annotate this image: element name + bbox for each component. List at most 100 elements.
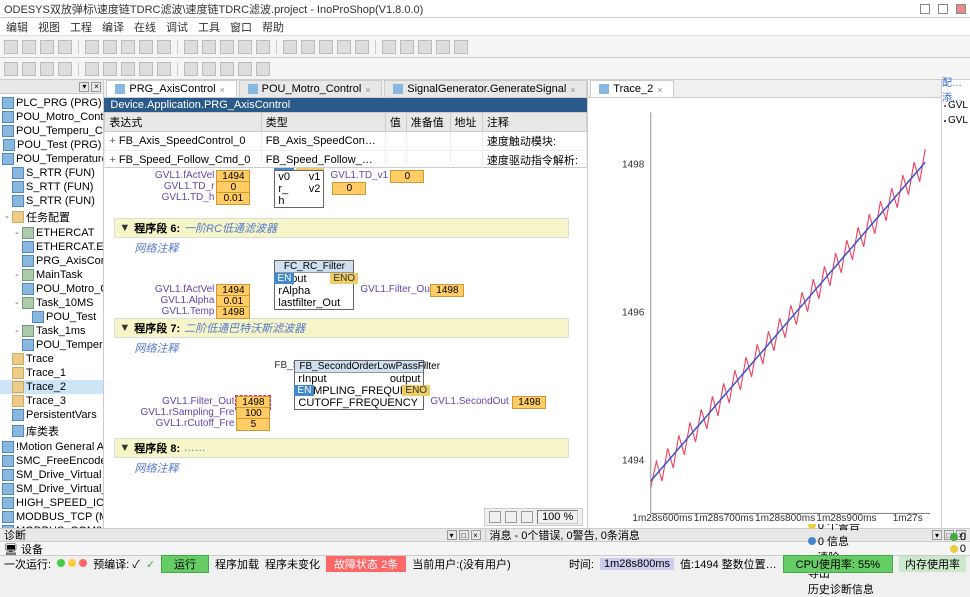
toolbar-icon[interactable]	[157, 62, 171, 76]
close-icon[interactable]: ×	[220, 85, 228, 93]
close-icon[interactable]	[956, 4, 966, 14]
toolbar-icon[interactable]	[121, 62, 135, 76]
menu-item[interactable]: 编译	[102, 19, 124, 35]
minimize-icon[interactable]	[920, 4, 930, 14]
dropdown-icon[interactable]: ▾	[932, 530, 942, 540]
ladder-editor[interactable]: GVL1.fActVel 1494 GVL1.TD_r 0 GVL1.TD_h …	[104, 168, 587, 528]
section-header[interactable]: ▼ 程序段 8: ……	[114, 438, 569, 458]
toolbar-icon[interactable]	[40, 62, 54, 76]
tree-item[interactable]: -任务配置	[0, 208, 103, 226]
column-header[interactable]: 地址	[450, 113, 482, 132]
toolbar-icon[interactable]	[103, 40, 117, 54]
tree-item[interactable]: SM_Drive_Virtual_1 (SM_Driv	[0, 482, 103, 496]
toolbar-icon[interactable]	[184, 62, 198, 76]
close-icon[interactable]: ×	[657, 85, 665, 93]
trace-chart[interactable]: 1498 1496 1494 1m28s600ms 1m28s700ms 1m2…	[594, 102, 935, 524]
toolbar-icon[interactable]	[58, 40, 72, 54]
toolbar-icon[interactable]	[40, 40, 54, 54]
close-icon[interactable]: ×	[570, 85, 578, 93]
toolbar-icon[interactable]	[283, 40, 297, 54]
menu-item[interactable]: 在线	[134, 19, 156, 35]
toolbar-icon[interactable]	[121, 40, 135, 54]
tree-item[interactable]: -ETHERCAT	[0, 226, 103, 240]
toolbar-icon[interactable]	[202, 62, 216, 76]
tree-item[interactable]: MODBUS_TCP (ModbusTCP Devi	[0, 510, 103, 524]
zoom-fit-icon[interactable]	[521, 511, 533, 523]
tree-item[interactable]: Trace	[0, 352, 103, 366]
project-tree[interactable]: PLC_PRG (PRG)POU_Motro_Control (PRG)POU_…	[0, 94, 103, 528]
tree-item[interactable]: -Task_10MS	[0, 296, 103, 310]
tree-item[interactable]: POU_Motro_Control	[0, 282, 103, 296]
toolbar-icon[interactable]	[319, 40, 333, 54]
toolbar-icon[interactable]	[58, 62, 72, 76]
tree-item[interactable]: SM_Drive_Virtual (SM_Drive_	[0, 468, 103, 482]
tree-item[interactable]: Trace_2	[0, 380, 103, 394]
toolbar-icon[interactable]	[103, 62, 117, 76]
editor-tab[interactable]: POU_Motro_Control×	[239, 80, 383, 97]
toolbar-icon[interactable]	[202, 40, 216, 54]
toolbar-icon[interactable]	[220, 40, 234, 54]
config-link[interactable]: 配置近边	[942, 74, 968, 89]
toolbar-icon[interactable]	[238, 40, 252, 54]
toolbar-icon[interactable]	[256, 62, 270, 76]
tree-item[interactable]: S_RTT (FUN)	[0, 180, 103, 194]
add-trace-link[interactable]: 添加跟踪	[942, 89, 968, 104]
tree-item[interactable]: POU_Motro_Control (PRG)	[0, 110, 103, 124]
toolbar-icon[interactable]	[436, 40, 450, 54]
tree-item[interactable]: PLC_PRG (PRG)	[0, 96, 103, 110]
menu-item[interactable]: 工程	[70, 19, 92, 35]
tree-item[interactable]: POU_Test (PRG)	[0, 138, 103, 152]
cursor-icon[interactable]	[489, 511, 501, 523]
tree-item[interactable]: POU_Temperu_Ctrl (PRG)	[0, 124, 103, 138]
tree-item[interactable]: !Motion General Axis Pool	[0, 440, 103, 454]
section-header[interactable]: ▼ 程序段 7: 二阶低通巴特沃斯滤波器	[114, 318, 569, 338]
tree-item[interactable]: Trace_1	[0, 366, 103, 380]
toolbar-icon[interactable]	[22, 62, 36, 76]
table-row[interactable]: + FB_Axis_SpeedControl_0FB_Axis_SpeedCon…	[105, 132, 587, 151]
toolbar-icon[interactable]	[418, 40, 432, 54]
toolbar-icon[interactable]	[85, 40, 99, 54]
toolbar-icon[interactable]	[256, 40, 270, 54]
trace-tab[interactable]: Trace_2 ×	[590, 80, 674, 97]
dropdown-icon[interactable]: ▾	[447, 530, 457, 540]
pane-pin-icon[interactable]: ▾	[79, 82, 89, 92]
zoom-in-icon[interactable]	[505, 511, 517, 523]
collapse-icon[interactable]: ▼	[119, 222, 130, 234]
section-header[interactable]: ▼ 程序段 6: 一阶RC低通滤波器	[114, 218, 569, 238]
close-icon[interactable]: ×	[471, 530, 481, 540]
close-icon[interactable]: ×	[365, 85, 373, 93]
tree-item[interactable]: PRG_AxisControl	[0, 254, 103, 268]
column-header[interactable]: 值	[385, 113, 406, 132]
column-header[interactable]: 类型	[261, 113, 385, 132]
menu-item[interactable]: 编辑	[6, 19, 28, 35]
editor-tab[interactable]: PRG_AxisControl×	[106, 80, 236, 97]
toolbar-icon[interactable]	[400, 40, 414, 54]
menu-item[interactable]: 调试	[166, 19, 188, 35]
toolbar-icon[interactable]	[4, 40, 18, 54]
pin-icon[interactable]: □	[459, 530, 469, 540]
toolbar-icon[interactable]	[139, 40, 153, 54]
toolbar-icon[interactable]	[4, 62, 18, 76]
fault-status[interactable]: 故障状态 2条	[326, 556, 406, 572]
collapse-icon[interactable]: ▼	[119, 322, 130, 334]
toolbar-icon[interactable]	[355, 40, 369, 54]
editor-tab[interactable]: SignalGenerator.GenerateSignal×	[384, 80, 587, 97]
tree-item[interactable]: S_RTR (FUN)	[0, 166, 103, 180]
column-header[interactable]: 表达式	[105, 113, 261, 132]
toolbar-icon[interactable]	[22, 40, 36, 54]
menu-item[interactable]: 工具	[198, 19, 220, 35]
tree-item[interactable]: POU_Temperature (PRG)	[0, 152, 103, 166]
toolbar-icon[interactable]	[238, 62, 252, 76]
run-button[interactable]: 运行	[161, 555, 209, 573]
toolbar-icon[interactable]	[157, 40, 171, 54]
toolbar-icon[interactable]	[139, 62, 153, 76]
menu-item[interactable]: 窗口	[230, 19, 252, 35]
tree-item[interactable]: -Task_1ms	[0, 324, 103, 338]
tree-item[interactable]: POU_Temperu_Ctrl	[0, 338, 103, 352]
toolbar-icon[interactable]	[301, 40, 315, 54]
toolbar-icon[interactable]	[220, 62, 234, 76]
tree-item[interactable]: S_RTR (FUN)	[0, 194, 103, 208]
variable-table[interactable]: 表达式类型值准备值地址注释 + FB_Axis_SpeedControl_0FB…	[104, 112, 587, 168]
tree-item[interactable]: ETHERCAT.EtherCA	[0, 240, 103, 254]
column-header[interactable]: 准备值	[406, 113, 450, 132]
